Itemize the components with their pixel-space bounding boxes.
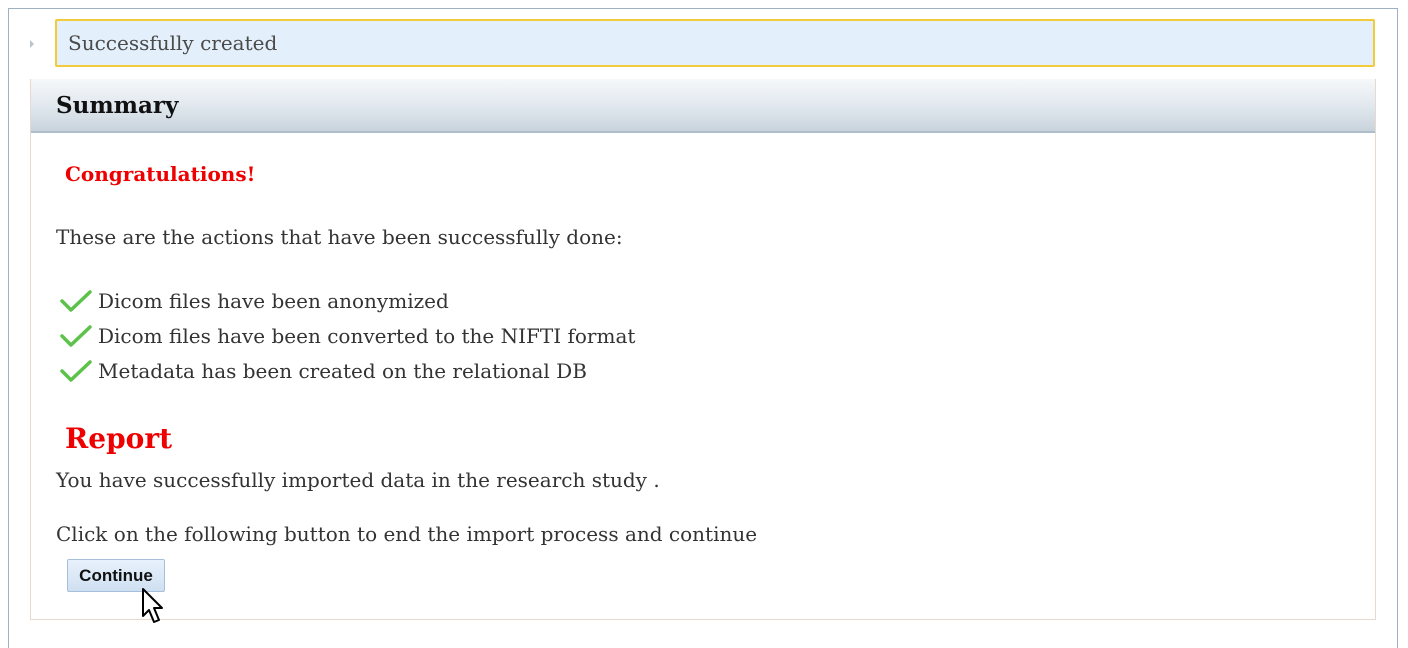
action-item: Dicom files have been converted to the N… [59,318,635,353]
action-item: Metadata has been created on the relatio… [59,353,635,388]
report-heading: Report [65,422,173,455]
continue-instruction: Click on the following button to end the… [56,522,758,546]
success-message: Successfully created [55,19,1375,67]
summary-panel: Summary Congratulations! These are the a… [30,79,1376,620]
expand-arrow-icon[interactable] [30,40,34,48]
actions-intro-text: These are the actions that have been suc… [56,225,623,249]
check-icon [60,324,92,347]
success-message-text: Successfully created [68,31,278,55]
check-icon [60,359,92,382]
mouse-pointer-icon [142,588,163,623]
summary-header: Summary [31,79,1375,133]
action-text: Metadata has been created on the relatio… [98,358,587,383]
check-icon [60,289,92,312]
action-item: Dicom files have been anonymized [59,283,635,318]
action-text: Dicom files have been converted to the N… [98,323,636,348]
panel-title: Summary [56,92,179,119]
report-text: You have successfully imported data in t… [56,468,660,492]
actions-list: Dicom files have been anonymized Dicom f… [59,283,635,388]
action-text: Dicom files have been anonymized [98,288,449,313]
congratulations-heading: Congratulations! [65,162,256,186]
